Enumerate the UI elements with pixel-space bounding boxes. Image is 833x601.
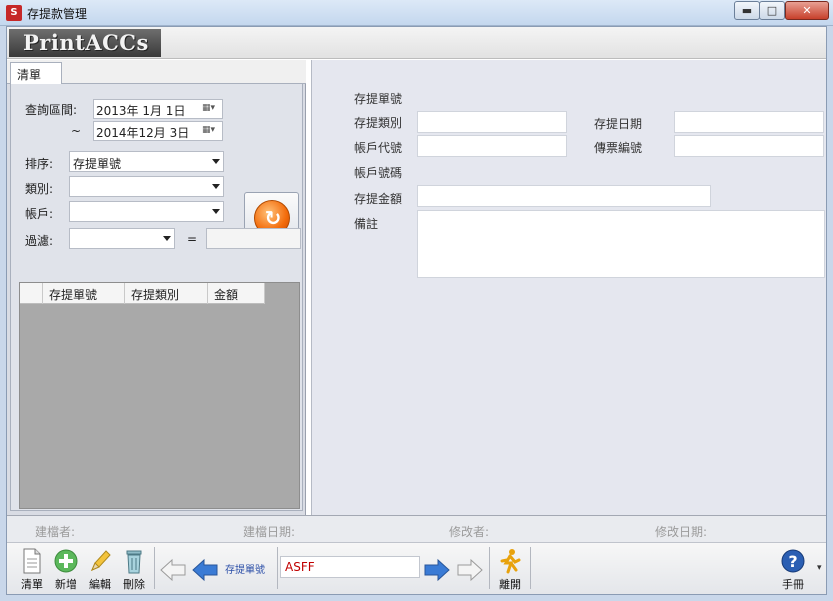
add-button-label: 新增 xyxy=(55,578,77,591)
banner: PrintACCs xyxy=(7,27,826,59)
toolbar-overflow-icon[interactable]: ▾ xyxy=(817,563,822,573)
previous-record-arrow-icon[interactable] xyxy=(191,558,219,582)
grid-column-header[interactable]: 存提單號 xyxy=(43,283,125,304)
note-label: 備註 xyxy=(354,217,379,231)
modifier-label: 修改者: xyxy=(449,525,490,539)
date-field[interactable] xyxy=(674,111,824,133)
edit-button[interactable]: 編輯 xyxy=(83,546,117,592)
query-range-label: 查詢區間: xyxy=(25,103,78,117)
manual-button-label: 手冊 xyxy=(782,578,804,591)
trash-icon xyxy=(126,550,142,574)
edit-button-label: 編輯 xyxy=(89,578,111,591)
bottom-toolbar: 清單 新增 編輯 刪除 存提單號 ASFF 離開 ? 手冊 ▾ xyxy=(7,543,826,594)
window-title: 存提款管理 xyxy=(27,7,88,21)
chevron-down-icon xyxy=(212,184,220,189)
amount-label: 存提金額 xyxy=(354,192,403,206)
document-icon xyxy=(23,548,41,574)
minimize-button[interactable]: ▬ xyxy=(734,1,760,20)
exit-button[interactable]: 離開 xyxy=(493,546,527,592)
account-no-label: 帳戶號碼 xyxy=(354,166,403,180)
amount-field[interactable] xyxy=(417,185,711,207)
date-to-value: 2014年12月 3日 xyxy=(96,126,190,140)
range-separator: ~ xyxy=(71,124,82,138)
grid-column-header[interactable]: 金額 xyxy=(208,283,265,304)
grid-column-header[interactable]: 存提類別 xyxy=(125,283,208,304)
toolbar-separator xyxy=(530,547,531,589)
grid-row-selector-header xyxy=(20,283,43,304)
exit-button-label: 離開 xyxy=(499,578,521,591)
date-from-value: 2013年 1月 1日 xyxy=(96,104,186,118)
doc-no-label: 存提單號 xyxy=(354,92,403,106)
svg-text:?: ? xyxy=(788,552,797,571)
next-record-arrow-icon[interactable] xyxy=(423,558,451,582)
category-label: 類別: xyxy=(25,182,54,196)
tab-list[interactable]: 清單 xyxy=(10,62,62,84)
list-button-label: 清單 xyxy=(21,578,43,591)
account-label: 帳戶: xyxy=(25,207,54,221)
nav-field-label: 存提單號 xyxy=(225,565,265,576)
voucher-no-label: 傳票編號 xyxy=(594,141,643,155)
account-code-field[interactable] xyxy=(417,135,567,157)
title-bar: S 存提款管理 ▬ □ ✕ xyxy=(0,0,833,26)
voucher-no-field[interactable] xyxy=(674,135,824,157)
close-button[interactable]: ✕ xyxy=(785,1,829,20)
audit-status-bar: 建檔者: 建檔日期: 修改者: 修改日期: xyxy=(7,515,826,543)
pencil-icon xyxy=(91,550,111,571)
modified-date-label: 修改日期: xyxy=(655,525,708,539)
sort-value: 存提單號 xyxy=(73,157,122,171)
chevron-down-icon xyxy=(163,236,171,241)
add-circle-icon xyxy=(54,549,78,573)
type-field[interactable] xyxy=(417,111,567,133)
first-record-arrow-icon[interactable] xyxy=(159,558,187,582)
calendar-dropdown-icon[interactable]: ▦▾ xyxy=(202,103,220,115)
tab-strip: 清單 xyxy=(7,60,306,84)
delete-button-label: 刪除 xyxy=(123,578,145,591)
list-button[interactable]: 清單 xyxy=(15,546,49,592)
record-search-input[interactable]: ASFF xyxy=(280,556,420,578)
maximize-button[interactable]: □ xyxy=(759,1,785,20)
toolbar-separator xyxy=(489,547,490,589)
chevron-down-icon xyxy=(212,209,220,214)
date-to-picker[interactable]: 2014年12月 3日 ▦▾ xyxy=(93,121,223,141)
help-icon: ? xyxy=(781,549,805,573)
note-textarea[interactable] xyxy=(417,210,825,278)
created-date-label: 建檔日期: xyxy=(243,525,296,539)
filter-equals: = xyxy=(187,232,198,246)
chevron-down-icon xyxy=(212,159,220,164)
list-grid[interactable]: 存提單號 存提類別 金額 xyxy=(19,282,300,509)
brand-logo: PrintACCs xyxy=(9,29,161,57)
list-panel: 清單 查詢區間: 2013年 1月 1日 ▦▾ ~ 2014年12月 3日 ▦▾… xyxy=(7,60,306,515)
running-man-icon xyxy=(500,549,521,574)
date-from-picker[interactable]: 2013年 1月 1日 ▦▾ xyxy=(93,99,223,119)
manual-button[interactable]: ? 手冊 xyxy=(776,546,810,592)
type-label: 存提類別 xyxy=(354,116,403,130)
filter-label: 過濾: xyxy=(25,234,54,248)
creator-label: 建檔者: xyxy=(35,525,76,539)
account-code-label: 帳戶代號 xyxy=(354,141,403,155)
delete-button[interactable]: 刪除 xyxy=(117,546,151,592)
tab-body: 查詢區間: 2013年 1月 1日 ▦▾ ~ 2014年12月 3日 ▦▾ 排序… xyxy=(10,84,303,511)
category-select[interactable] xyxy=(69,176,224,197)
grid-header: 存提單號 存提類別 金額 xyxy=(20,283,265,304)
toolbar-separator xyxy=(154,547,155,589)
date-label: 存提日期 xyxy=(594,117,643,131)
app-canvas: PrintACCs 清單 查詢區間: 2013年 1月 1日 ▦▾ ~ 2014… xyxy=(6,26,827,595)
filter-text-input[interactable] xyxy=(206,228,301,249)
calendar-dropdown-icon[interactable]: ▦▾ xyxy=(202,125,220,137)
last-record-arrow-icon[interactable] xyxy=(456,558,484,582)
add-button[interactable]: 新增 xyxy=(49,546,83,592)
sort-select[interactable]: 存提單號 xyxy=(69,151,224,172)
filter-field-select[interactable] xyxy=(69,228,175,249)
account-select[interactable] xyxy=(69,201,224,222)
sort-label: 排序: xyxy=(25,157,54,171)
detail-panel: 存提單號 存提類別 存提日期 帳戶代號 傳票編號 帳戶號碼 存提金額 備註 xyxy=(311,60,826,515)
toolbar-separator xyxy=(277,547,278,589)
app-icon: S xyxy=(6,5,22,21)
